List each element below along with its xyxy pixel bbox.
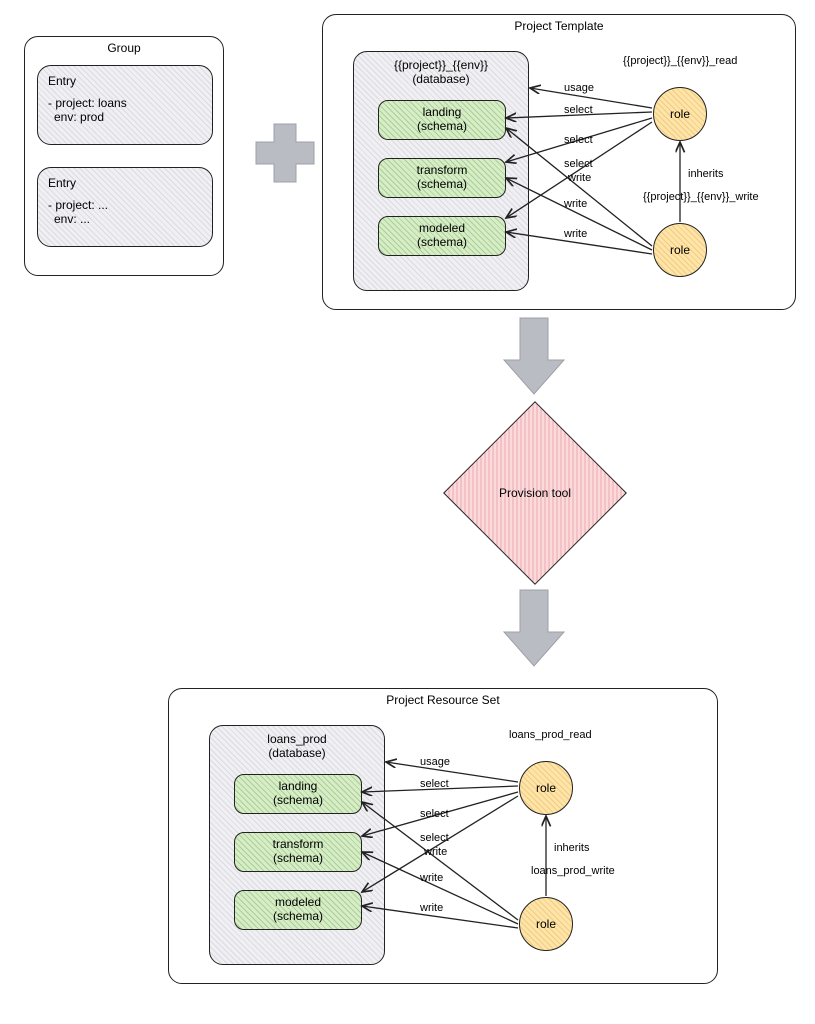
res-edge-write1: write — [424, 846, 447, 858]
res-edge-select1: select — [420, 778, 449, 790]
res-edge-inherits: inherits — [554, 842, 589, 854]
res-edge-select3: select — [420, 832, 449, 844]
res-edge-usage: usage — [420, 756, 450, 768]
resource-edges — [0, 0, 815, 1024]
res-edge-select2: select — [420, 808, 449, 820]
res-edge-write2: write — [420, 872, 443, 884]
res-edge-write3: write — [420, 902, 443, 914]
